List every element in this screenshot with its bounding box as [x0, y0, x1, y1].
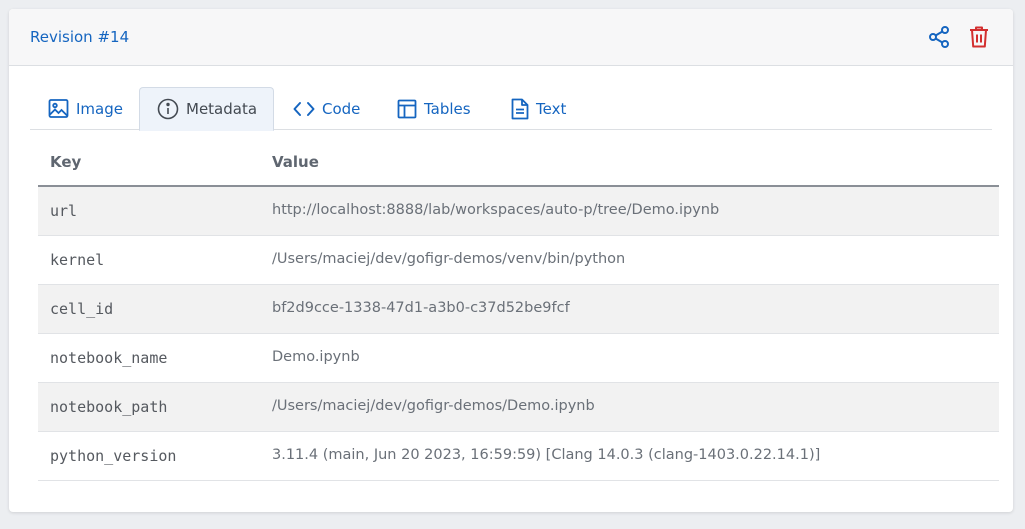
trash-icon: [970, 26, 988, 48]
row-key: cell_id: [50, 300, 114, 318]
column-header-key: Key: [50, 153, 82, 171]
tab-text[interactable]: Text: [511, 87, 566, 130]
tab-image-label: Image: [76, 99, 123, 118]
tab-metadata-label: Metadata: [186, 100, 258, 118]
row-key: url: [50, 202, 78, 220]
code-icon: [293, 101, 315, 116]
tab-text-label: Text: [536, 99, 567, 118]
tab-image[interactable]: Image: [48, 87, 123, 130]
revision-card: Revision #14 Image Metadata Code Tables …: [9, 9, 1013, 512]
tab-code[interactable]: Code: [293, 87, 360, 130]
table-row: notebook_name Demo.ipynb: [38, 334, 999, 383]
metadata-table: Key Value url http://localhost:8888/lab/…: [38, 137, 999, 481]
table-row: kernel /Users/maciej/dev/gofigr-demos/ve…: [38, 236, 999, 285]
row-key: kernel: [50, 251, 105, 269]
tab-code-label: Code: [322, 99, 361, 118]
row-value: /Users/maciej/dev/gofigr-demos/Demo.ipyn…: [272, 398, 595, 414]
card-header: Revision #14: [9, 9, 1013, 66]
share-button[interactable]: [926, 24, 952, 50]
table-body: url http://localhost:8888/lab/workspaces…: [38, 187, 999, 481]
table-icon: [397, 99, 417, 118]
revision-title: Revision #14: [30, 28, 130, 46]
row-value: /Users/maciej/dev/gofigr-demos/venv/bin/…: [272, 251, 626, 267]
column-header-value: Value: [272, 153, 319, 171]
image-icon: [48, 99, 69, 118]
row-key: notebook_path: [50, 398, 168, 416]
table-header: Key Value: [38, 137, 999, 187]
row-value: Demo.ipynb: [272, 349, 360, 365]
delete-button[interactable]: [966, 24, 992, 50]
row-value: http://localhost:8888/lab/workspaces/aut…: [272, 202, 720, 218]
row-key: notebook_name: [50, 349, 168, 367]
tab-tables[interactable]: Tables: [397, 87, 471, 130]
table-row: python_version 3.11.4 (main, Jun 20 2023…: [38, 432, 999, 481]
share-icon: [929, 26, 949, 48]
table-row: notebook_path /Users/maciej/dev/gofigr-d…: [38, 383, 999, 432]
table-row: cell_id bf2d9cce-1338-47d1-a3b0-c37d52be…: [38, 285, 999, 334]
row-value: 3.11.4 (main, Jun 20 2023, 16:59:59) [Cl…: [272, 447, 821, 463]
document-icon: [511, 98, 529, 119]
row-key: python_version: [50, 447, 177, 465]
row-value: bf2d9cce-1338-47d1-a3b0-c37d52be9fcf: [272, 300, 570, 316]
table-row: url http://localhost:8888/lab/workspaces…: [38, 187, 999, 236]
tab-tables-label: Tables: [424, 99, 471, 118]
tab-metadata[interactable]: Metadata: [139, 87, 275, 131]
tab-bar: Image Metadata Code Tables Text: [30, 87, 992, 131]
info-icon: [157, 98, 179, 120]
